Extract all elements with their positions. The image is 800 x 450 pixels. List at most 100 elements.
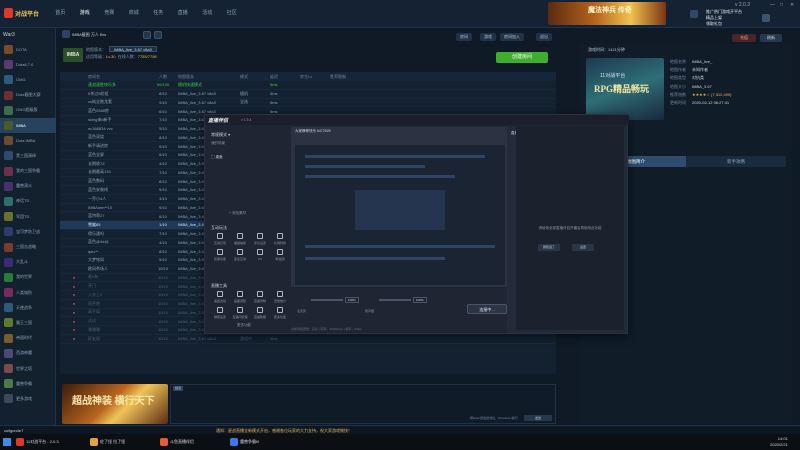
- top-promo[interactable]: 推广热门游戏开平台 精品上架 领取礼包: [706, 9, 758, 31]
- link-icon[interactable]: [154, 31, 162, 39]
- sidebar-game-item[interactable]: OMG: [0, 72, 56, 87]
- table-row[interactable]: 速战速胜快乐多 50/100 随机快速模式 5ms: [60, 81, 556, 90]
- stream-tool-button[interactable]: 直播录制: [251, 291, 269, 303]
- column-header[interactable]: 胜率限制: [330, 74, 360, 80]
- chat-send-button[interactable]: 发送: [524, 415, 552, 421]
- bottom-banner-ad[interactable]: 超战神装 横行天下: [62, 384, 168, 424]
- sidebar-game-item[interactable]: 帝国时代: [0, 331, 56, 346]
- stream-tool-button[interactable]: 流量统计: [271, 291, 289, 303]
- top-banner-ad[interactable]: 魔法神兵 传奇: [548, 2, 666, 25]
- top-nav-item[interactable]: 首页: [48, 9, 73, 16]
- table-row[interactable]: 5杀过5阶组 8/10 IMBA_live_3.67 v8a3 随机 5ms: [60, 90, 556, 99]
- stream-tool-button[interactable]: 画面调整: [231, 291, 249, 303]
- sidebar-game-item[interactable]: 西游神魔: [0, 346, 56, 361]
- exit-button[interactable]: 退出: [536, 33, 552, 41]
- stream-tool-button[interactable]: 弹幕设置: [211, 307, 229, 319]
- sidebar-game-item[interactable]: Dota IMBA: [0, 133, 56, 148]
- sidebar-game-item[interactable]: 人类城防: [0, 285, 56, 300]
- column-header[interactable]: 房间名: [88, 74, 148, 80]
- sidebar-game-item[interactable]: 更多游戏: [0, 391, 56, 406]
- sidebar-game-item[interactable]: IMBA: [0, 117, 56, 134]
- sidebar-game-item[interactable]: 我的世界: [0, 270, 56, 285]
- stream-tool-button[interactable]: 更多功能: [271, 307, 289, 319]
- mic-volume-slider[interactable]: [311, 299, 343, 301]
- room-tab-rooms[interactable]: 房间: [456, 33, 472, 41]
- sidebar-game-item[interactable]: 我的三国争霸: [0, 164, 56, 179]
- search-icon[interactable]: [143, 31, 151, 39]
- room-tab-games[interactable]: 游戏: [480, 33, 496, 41]
- maximize-icon[interactable]: □: [780, 2, 783, 8]
- column-header[interactable]: 地图版本: [178, 74, 240, 80]
- stream-tool-button[interactable]: 粉丝团: [271, 249, 289, 261]
- system-clock[interactable]: 14:01 2020/2/21: [770, 436, 788, 448]
- popup-settings-button[interactable]: 设置: [572, 244, 594, 251]
- sidebar-game-item[interactable]: 魔兽演义: [0, 179, 56, 194]
- stream-tool-button[interactable]: PK: [251, 249, 269, 261]
- room-tab-join[interactable]: 房间加入: [500, 33, 524, 41]
- sidebar-game-item[interactable]: 霸王三国: [0, 315, 56, 330]
- sidebar-game-item[interactable]: 大乱斗: [0, 255, 56, 270]
- column-header[interactable]: 房主Lv: [300, 74, 330, 80]
- speaker-volume-slider[interactable]: [379, 299, 411, 301]
- top-nav-item[interactable]: 竞赛: [97, 9, 122, 16]
- popup-ok-button[interactable]: 我知道了: [538, 244, 560, 251]
- stream-tool-button[interactable]: 评论设置: [251, 233, 269, 245]
- avatar[interactable]: [762, 14, 770, 22]
- game-icon: [4, 303, 13, 313]
- column-header[interactable]: 人数: [148, 74, 178, 80]
- refresh-button[interactable]: 刷新: [760, 34, 782, 42]
- stream-tool-button[interactable]: 直播间管理: [231, 307, 249, 319]
- sidebar-game-item[interactable]: OMG超级版: [0, 103, 56, 118]
- sidebar-game-item[interactable]: 军团TD: [0, 209, 56, 224]
- add-source-button[interactable]: + 添加素材: [229, 211, 246, 216]
- windows-start-icon[interactable]: [3, 438, 11, 446]
- table-row[interactable]: vs纯全跑龙套 9/10 IMBA_live_3.67 v8a3 全选 5ms: [60, 99, 556, 108]
- top-nav-item[interactable]: 直播: [171, 9, 196, 16]
- bell-icon[interactable]: [690, 10, 698, 18]
- stream-tool-button[interactable]: 礼物特效: [271, 233, 289, 245]
- top-nav-item[interactable]: 活动: [195, 9, 220, 16]
- sidebar-game-item[interactable]: 宝可梦防卫战: [0, 224, 56, 239]
- sidebar-game-item[interactable]: 魔兽争霸: [0, 376, 56, 391]
- top-nav-item[interactable]: 游戏: [73, 9, 98, 16]
- start-live-button[interactable]: 连接中...: [467, 304, 507, 314]
- stream-preview[interactable]: 大家静等快乐 6472525: [291, 127, 507, 287]
- app-logo[interactable]: 对战平台: [4, 7, 44, 19]
- sidebar-game-item[interactable]: 黑三国演绎: [0, 148, 56, 163]
- platform-ad[interactable]: 11对战平台 RPG精品畅玩 1527 4399: [586, 58, 664, 120]
- stream-tool-button[interactable]: 互动红包: [211, 233, 229, 245]
- sidebar-game-item[interactable]: Dota截图大赛: [0, 88, 56, 103]
- taskbar-app[interactable]: 佐了怪 拉了怪: [90, 436, 125, 448]
- sidebar-game-item[interactable]: 世界之塔: [0, 361, 56, 376]
- sidebar-game-item[interactable]: 三国志战略: [0, 239, 56, 254]
- stream-tool-button[interactable]: 投票功能: [211, 249, 229, 261]
- close-icon[interactable]: ✕: [790, 2, 794, 8]
- stream-tool-button[interactable]: 福袋抽奖: [231, 233, 249, 245]
- stream-tool-button[interactable]: 美颜滤镜: [211, 291, 229, 303]
- sidebar-game-item[interactable]: 天使战争: [0, 300, 56, 315]
- chat-tab[interactable]: 频道: [173, 386, 183, 391]
- more-tools-button[interactable]: 更多功能: [237, 323, 251, 328]
- top-nav-item[interactable]: 任务: [146, 9, 171, 16]
- sidebar-game-item[interactable]: 神话TD: [0, 194, 56, 209]
- sidebar-game-item[interactable]: DOTA: [0, 42, 56, 57]
- taskbar-app[interactable]: 11对战平台 - 2.0.3: [16, 436, 59, 448]
- taskbar-app[interactable]: 魔兽争霸III: [230, 436, 259, 448]
- stream-tool-button[interactable]: 直播数据: [251, 307, 269, 319]
- minimize-icon[interactable]: —: [770, 2, 775, 8]
- column-header[interactable]: 模式: [240, 74, 270, 80]
- sidebar-game-item[interactable]: Dota6.7.0: [0, 57, 56, 72]
- taskbar-app[interactable]: 斗鱼直播伴侣: [160, 436, 194, 448]
- scene-item-desktop[interactable]: ▢ 桌面: [211, 155, 222, 160]
- column-header[interactable]: 延迟: [270, 74, 300, 80]
- tab-beginner-guide[interactable]: 新手攻略: [686, 156, 786, 167]
- table-row[interactable]: ● 好友局 10/10 IMBA_live_3.67 v8a3 游戏中 5ms: [60, 335, 556, 344]
- stream-tool-button[interactable]: 连麦互动: [231, 249, 249, 261]
- create-room-button[interactable]: 创建房间: [496, 52, 548, 63]
- scene-mode-select[interactable]: 常规模式 ▾: [211, 132, 230, 138]
- map-version-select[interactable]: IMBA_live_3.67 v8a3: [109, 46, 157, 52]
- username[interactable]: cuilgon4e7: [4, 428, 23, 433]
- top-nav-item[interactable]: 社区: [220, 9, 245, 16]
- recharge-button[interactable]: 充值: [732, 34, 756, 42]
- top-nav-item[interactable]: 商城: [122, 9, 147, 16]
